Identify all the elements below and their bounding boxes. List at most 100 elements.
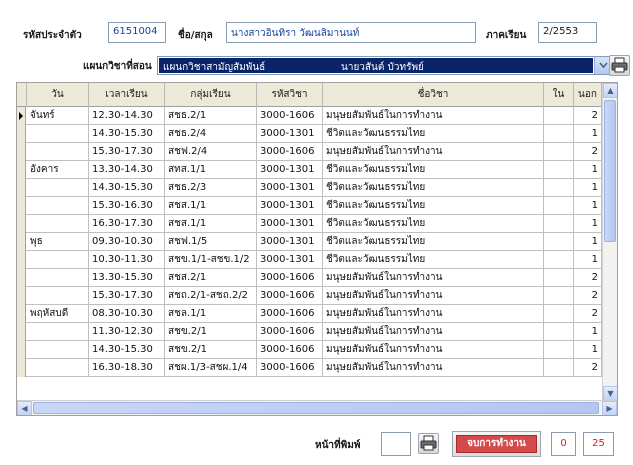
department-select[interactable]: แผนกวิชาสามัญสัมพันธ์ นายวสันต์ บัวทรัพย… xyxy=(157,56,612,75)
department-selected-value: แผนกวิชาสามัญสัมพันธ์ นายวสันต์ บัวทรัพย… xyxy=(159,58,593,73)
cell-code: 3000-1606 xyxy=(257,269,323,287)
schedule-table[interactable]: วัน เวลาเรียน กลุ่มเรียน รหัสวิชา ชื่อวิ… xyxy=(16,82,618,416)
cell-day xyxy=(27,179,89,197)
cell-out: 1 xyxy=(574,161,602,179)
cell-subject: มนุษยสัมพันธ์ในการทำงาน xyxy=(323,107,544,125)
term-field[interactable]: 2/2553 xyxy=(538,22,597,43)
cell-subject: ชีวิตและวัฒนธรรมไทย xyxy=(323,215,544,233)
cell-in xyxy=(544,323,574,341)
name-field[interactable]: นางสาวอินทิรา วัฒนลิมานนท์ xyxy=(226,22,476,43)
scroll-right-icon[interactable]: ▶ xyxy=(602,401,617,415)
cell-day xyxy=(27,341,89,359)
cell-code: 3000-1606 xyxy=(257,341,323,359)
row-selector[interactable] xyxy=(17,323,26,341)
table-row[interactable]: 15.30-16.30 สชส.1/1 3000-1301 ชีวิตและวัฒนธ… xyxy=(17,197,602,215)
cell-out: 2 xyxy=(574,143,602,161)
column-day[interactable]: วัน xyxy=(27,83,89,107)
cell-day: พฤหัสบดี xyxy=(27,305,89,323)
row-selector[interactable] xyxy=(17,269,26,287)
cell-out: 1 xyxy=(574,125,602,143)
table-row[interactable]: จันทร์ 12.30-14.30 สชธ.2/1 3000-1606 มนุษยสั… xyxy=(17,107,602,125)
cell-time: 15.30-17.30 xyxy=(89,143,165,161)
table-row[interactable]: อังคาร 13.30-14.30 สทส.1/1 3000-1301 ชีวิตแล… xyxy=(17,161,602,179)
cell-group: สชผ.1/3-สชผ.1/4 xyxy=(165,359,257,377)
department-label: แผนกวิชาที่สอน xyxy=(83,61,152,72)
department-name: แผนกวิชาสามัญสัมพันธ์ xyxy=(163,62,266,73)
cell-code: 3000-1301 xyxy=(257,251,323,269)
table-row[interactable]: พฤหัสบดี 08.30-10.30 สชล.1/1 3000-1606 มนุษย… xyxy=(17,305,602,323)
row-selector[interactable] xyxy=(17,215,26,233)
cell-day xyxy=(27,359,89,377)
scroll-up-icon[interactable]: ▲ xyxy=(603,83,617,98)
row-selector[interactable] xyxy=(17,179,26,197)
department-head: นายวสันต์ บัวทรัพย์ xyxy=(341,62,424,73)
vertical-scrollbar[interactable]: ▲ ▼ xyxy=(602,83,617,401)
row-selector[interactable] xyxy=(17,287,26,305)
print-page-input[interactable] xyxy=(381,432,411,456)
cell-group: สชธ.2/3 xyxy=(165,179,257,197)
cell-time: 14.30-15.30 xyxy=(89,341,165,359)
cell-time: 09.30-10.30 xyxy=(89,233,165,251)
cell-group: สชธ.2/1 xyxy=(165,107,257,125)
table-row[interactable]: 15.30-17.30 สชฟ.2/4 3000-1606 มนุษยสัมพันธ์… xyxy=(17,143,602,161)
column-in[interactable]: ใน xyxy=(544,83,574,107)
column-out[interactable]: นอก xyxy=(574,83,602,107)
cell-time: 14.30-15.30 xyxy=(89,125,165,143)
print-page-label: หน้าที่พิมพ์ xyxy=(315,440,361,451)
cell-in xyxy=(544,287,574,305)
end-work-label: จบการทำงาน xyxy=(456,435,537,453)
end-work-button[interactable]: จบการทำงาน xyxy=(452,431,541,457)
horizontal-scrollbar[interactable]: ◀ ▶ xyxy=(17,400,617,415)
column-subject[interactable]: ชื่อวิชา xyxy=(323,83,544,107)
row-selector[interactable] xyxy=(17,107,26,125)
table-row[interactable]: 14.30-15.30 สชธ.2/3 3000-1301 ชีวิตและวัฒนธ… xyxy=(17,179,602,197)
row-selector[interactable] xyxy=(17,233,26,251)
row-selector[interactable] xyxy=(17,305,26,323)
cell-group: สชข.2/1 xyxy=(165,341,257,359)
cell-subject: ชีวิตและวัฒนธรรมไทย xyxy=(323,233,544,251)
student-id-label: รหัสประจำตัว xyxy=(23,30,82,41)
row-selector[interactable] xyxy=(17,359,26,377)
table-row[interactable]: 10.30-11.30 สชข.1/1-สชข.1/2 3000-1301 ชีวิต… xyxy=(17,251,602,269)
cell-code: 3000-1606 xyxy=(257,107,323,125)
table-row[interactable]: 15.30-17.30 สชถ.2/1-สชถ.2/2 3000-1606 มนุษย… xyxy=(17,287,602,305)
teaching-schedule-window: รหัสประจำตัว 6151004 ชื่อ/สกุล นางสาวอิน… xyxy=(0,0,633,465)
cell-out: 1 xyxy=(574,233,602,251)
scroll-down-icon[interactable]: ▼ xyxy=(603,386,617,401)
cell-subject: มนุษยสัมพันธ์ในการทำงาน xyxy=(323,269,544,287)
table-row[interactable]: 14.30-15.30 สชข.2/1 3000-1606 มนุษยสัมพันธ์… xyxy=(17,341,602,359)
row-selector[interactable] xyxy=(17,251,26,269)
cell-day: จันทร์ xyxy=(27,107,89,125)
printer-icon xyxy=(419,435,438,457)
cell-in xyxy=(544,359,574,377)
cell-subject: ชีวิตและวัฒนธรรมไทย xyxy=(323,125,544,143)
table-row[interactable]: พุธ 09.30-10.30 สชฟ.1/5 3000-1301 ชีวิตและวั… xyxy=(17,233,602,251)
cell-in xyxy=(544,197,574,215)
cell-out: 2 xyxy=(574,305,602,323)
row-selector[interactable] xyxy=(17,125,26,143)
print-page-button[interactable] xyxy=(418,433,439,454)
print-button[interactable] xyxy=(609,55,630,76)
table-row[interactable]: 11.30-12.30 สชข.2/1 3000-1606 มนุษยสัมพันธ์… xyxy=(17,323,602,341)
table-row[interactable]: 13.30-15.30 สชส.2/1 3000-1606 มนุษยสัมพันธ์… xyxy=(17,269,602,287)
horizontal-scroll-thumb[interactable] xyxy=(33,402,599,414)
cell-day xyxy=(27,323,89,341)
cell-code: 3000-1301 xyxy=(257,215,323,233)
column-group[interactable]: กลุ่มเรียน xyxy=(165,83,257,107)
row-selector[interactable] xyxy=(17,197,26,215)
column-time[interactable]: เวลาเรียน xyxy=(89,83,165,107)
cell-group: สชฟ.1/5 xyxy=(165,233,257,251)
name-label: ชื่อ/สกุล xyxy=(178,30,213,41)
table-row[interactable]: 16.30-17.30 สชส.1/1 3000-1301 ชีวิตและวัฒนธ… xyxy=(17,215,602,233)
table-row[interactable]: 14.30-15.30 สชธ.2/4 3000-1301 ชีวิตและวัฒนธ… xyxy=(17,125,602,143)
table-row[interactable]: 16.30-18.30 สชผ.1/3-สชผ.1/4 3000-1606 มนุษย… xyxy=(17,359,602,377)
student-id-field[interactable]: 6151004 xyxy=(108,22,166,43)
row-selector[interactable] xyxy=(17,341,26,359)
column-code[interactable]: รหัสวิชา xyxy=(257,83,323,107)
vertical-scroll-thumb[interactable] xyxy=(604,100,616,242)
scroll-left-icon[interactable]: ◀ xyxy=(17,401,32,415)
row-selector[interactable] xyxy=(17,143,26,161)
cell-in xyxy=(544,305,574,323)
cell-subject: มนุษยสัมพันธ์ในการทำงาน xyxy=(323,143,544,161)
row-selector[interactable] xyxy=(17,161,26,179)
